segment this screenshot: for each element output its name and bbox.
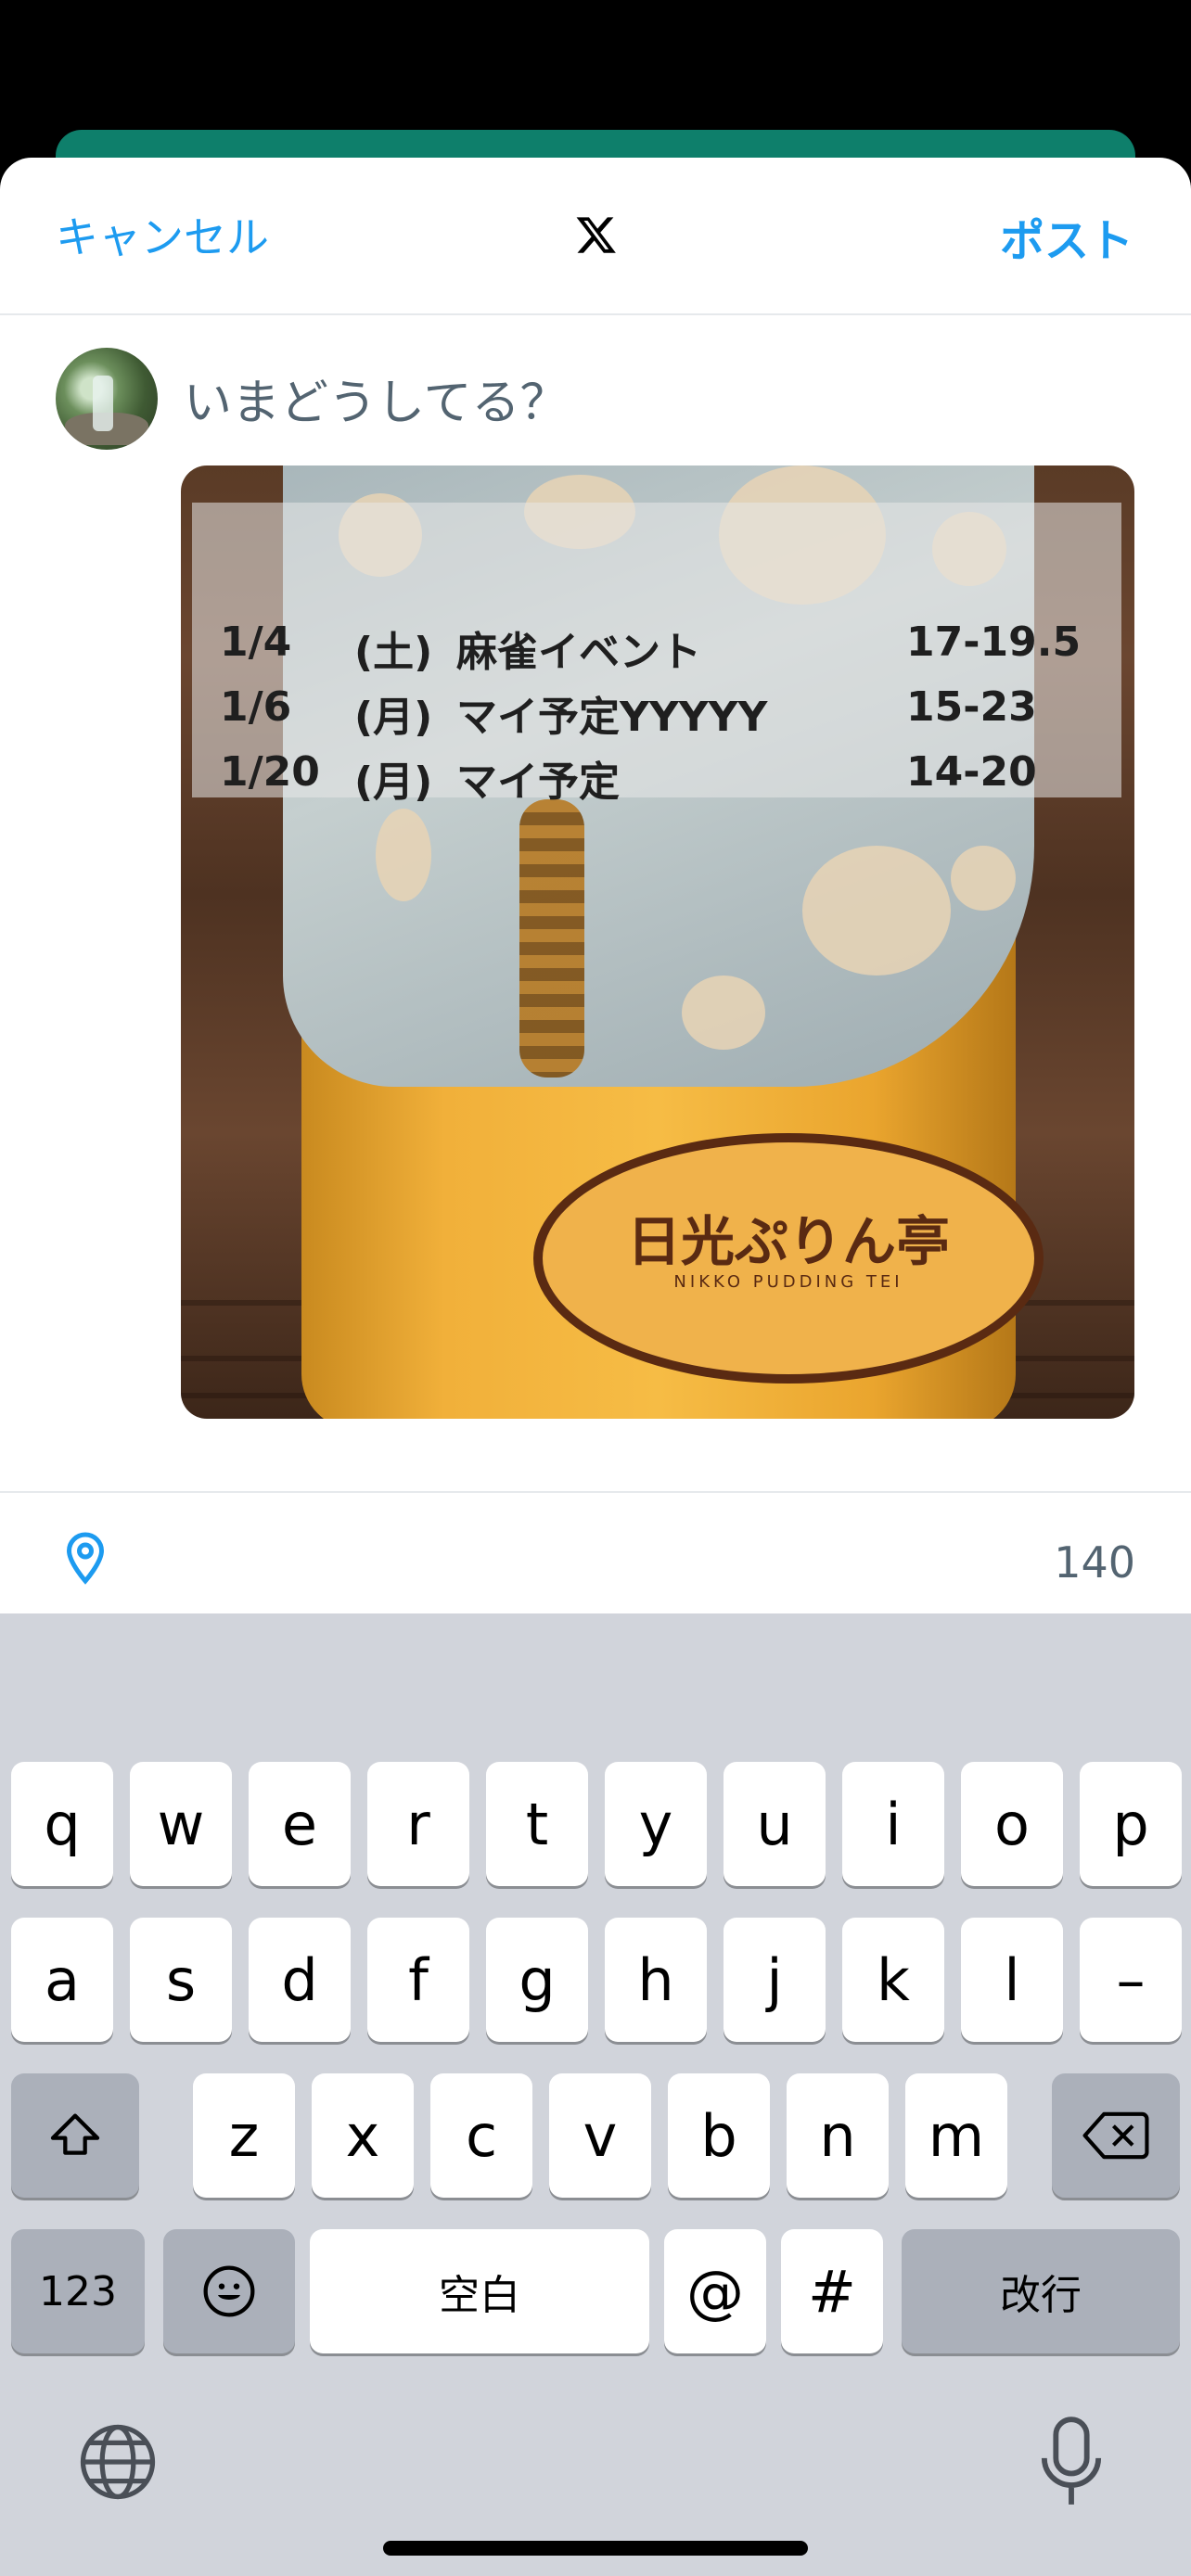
key-d[interactable]: d xyxy=(249,1918,351,2042)
location-pin-icon[interactable] xyxy=(58,1530,113,1586)
return-key[interactable]: 改行 xyxy=(902,2229,1180,2353)
compose-text-input[interactable]: いまどうしてる？ xyxy=(184,363,568,433)
key-f[interactable]: f xyxy=(367,1918,469,2042)
attached-photo[interactable]: 日光ぷりん亭 NIKKO PUDDING TEI 1/4 (土) 麻雀イベント … xyxy=(181,465,1134,1419)
space-key[interactable]: 空白 xyxy=(310,2229,649,2353)
at-key[interactable]: @ xyxy=(664,2229,766,2353)
key-r[interactable]: r xyxy=(367,1762,469,1886)
hash-key[interactable]: # xyxy=(781,2229,883,2353)
compose-header: キャンセル ポスト xyxy=(0,158,1191,315)
jar-label: 日光ぷりん亭 NIKKO PUDDING TEI xyxy=(533,1133,1044,1384)
jar-string xyxy=(519,799,584,1078)
jar-label-subtext: NIKKO PUDDING TEI xyxy=(673,1272,903,1292)
key-t[interactable]: t xyxy=(486,1762,588,1886)
schedule-row: 1/6 (月) マイ予定YYYYY 15-23 xyxy=(220,683,1037,741)
key-j[interactable]: j xyxy=(724,1918,826,2042)
key-w[interactable]: w xyxy=(130,1762,232,1886)
cancel-button[interactable]: キャンセル xyxy=(56,204,269,265)
key-a[interactable]: a xyxy=(11,1918,113,2042)
key-o[interactable]: o xyxy=(961,1762,1063,1886)
key-dash[interactable]: – xyxy=(1080,1918,1182,2042)
microphone-icon[interactable] xyxy=(1039,2416,1104,2508)
schedule-overlay: 1/4 (土) 麻雀イベント 17-19.5 1/6 (月) マイ予定YYYYY… xyxy=(192,503,1121,806)
jar-label-text: 日光ぷりん亭 xyxy=(626,1210,950,1273)
delete-key[interactable] xyxy=(1052,2073,1180,2198)
x-logo-icon xyxy=(576,217,616,253)
key-i[interactable]: i xyxy=(842,1762,944,1886)
schedule-row: 1/20 (月) マイ予定 14-20 xyxy=(220,748,1037,806)
key-h[interactable]: h xyxy=(605,1918,707,2042)
globe-icon[interactable] xyxy=(76,2420,160,2504)
key-q[interactable]: q xyxy=(11,1762,113,1886)
key-m[interactable]: m xyxy=(905,2073,1007,2198)
character-count: 140 xyxy=(1054,1537,1135,1588)
key-x[interactable]: x xyxy=(312,2073,414,2198)
key-p[interactable]: p xyxy=(1080,1762,1182,1886)
post-button[interactable]: ポスト xyxy=(1000,204,1133,269)
key-b[interactable]: b xyxy=(668,2073,770,2198)
emoji-icon xyxy=(203,2265,255,2317)
key-c[interactable]: c xyxy=(430,2073,532,2198)
key-n[interactable]: n xyxy=(787,2073,889,2198)
key-e[interactable]: e xyxy=(249,1762,351,1886)
numbers-key[interactable]: 123 xyxy=(11,2229,145,2353)
key-l[interactable]: l xyxy=(961,1918,1063,2042)
key-u[interactable]: u xyxy=(724,1762,826,1886)
compose-toolbar: 140 xyxy=(0,1491,1191,1613)
compose-sheet: キャンセル ポスト いまどうしてる？ 日光ぷりん亭 NIKKO PUDDING … xyxy=(0,158,1191,1613)
avatar[interactable] xyxy=(56,348,158,450)
key-v[interactable]: v xyxy=(549,2073,651,2198)
backspace-icon xyxy=(1082,2111,1149,2160)
key-g[interactable]: g xyxy=(486,1918,588,2042)
key-s[interactable]: s xyxy=(130,1918,232,2042)
schedule-row: 1/4 (土) 麻雀イベント 17-19.5 xyxy=(220,618,1082,676)
key-y[interactable]: y xyxy=(605,1762,707,1886)
key-k[interactable]: k xyxy=(842,1918,944,2042)
key-z[interactable]: z xyxy=(193,2073,295,2198)
shift-key[interactable] xyxy=(11,2073,139,2198)
emoji-key[interactable] xyxy=(163,2229,295,2353)
home-indicator xyxy=(383,2541,808,2556)
shift-icon xyxy=(50,2113,100,2155)
keyboard: q w e r t y u i o p a s d f g h j k l – … xyxy=(0,1613,1191,2576)
